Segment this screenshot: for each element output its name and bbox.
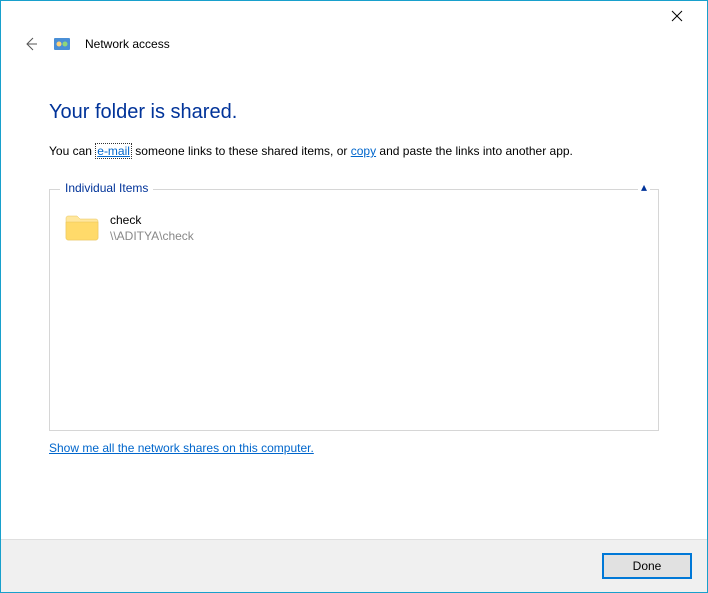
- folder-icon: [64, 212, 100, 242]
- item-text: check \\ADITYA\check: [110, 212, 194, 244]
- content-area: Your folder is shared. You can e-mail so…: [1, 63, 707, 539]
- desc-mid: someone links to these shared items, or: [132, 144, 351, 158]
- individual-items-group: Individual Items ▴ check \\ADITYA\check: [49, 189, 659, 431]
- header: Network access: [1, 31, 707, 63]
- desc-suffix: and paste the links into another app.: [376, 144, 573, 158]
- header-title: Network access: [85, 37, 170, 51]
- show-all-shares-link[interactable]: Show me all the network shares on this c…: [49, 441, 314, 455]
- item-name: check: [110, 212, 194, 228]
- close-icon: [671, 10, 683, 22]
- done-button[interactable]: Done: [603, 554, 691, 578]
- description-text: You can e-mail someone links to these sh…: [49, 142, 659, 161]
- back-button[interactable]: [23, 36, 39, 52]
- close-button[interactable]: [661, 1, 693, 31]
- desc-prefix: You can: [49, 144, 95, 158]
- dialog-window: Network access Your folder is shared. Yo…: [0, 0, 708, 593]
- collapse-toggle[interactable]: ▴: [638, 181, 650, 193]
- show-all-shares-container: Show me all the network shares on this c…: [49, 441, 659, 455]
- page-heading: Your folder is shared.: [49, 101, 659, 124]
- copy-link[interactable]: copy: [351, 144, 376, 158]
- footer: Done: [1, 539, 707, 592]
- back-arrow-icon: [23, 36, 39, 52]
- chevron-up-icon: ▴: [641, 180, 647, 194]
- list-item[interactable]: check \\ADITYA\check: [60, 206, 648, 250]
- item-path: \\ADITYA\check: [110, 228, 194, 244]
- titlebar: [1, 1, 707, 31]
- network-access-icon: [53, 35, 71, 53]
- email-link[interactable]: e-mail: [95, 143, 132, 159]
- group-legend: Individual Items: [60, 181, 153, 195]
